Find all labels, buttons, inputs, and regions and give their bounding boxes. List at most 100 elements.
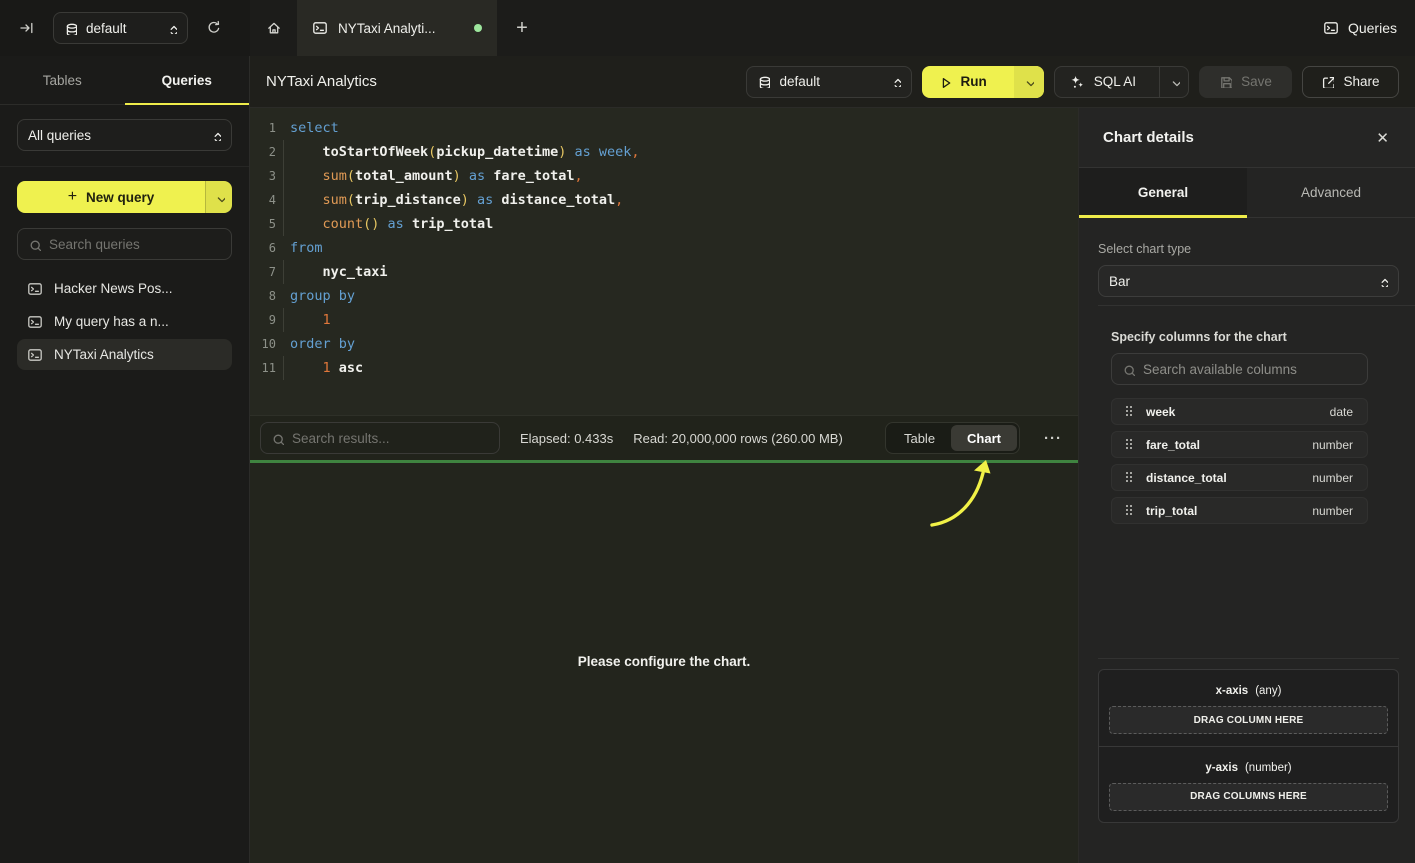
- search-queries-input[interactable]: [49, 237, 221, 252]
- terminal-icon: [27, 281, 43, 297]
- y-axis-dropzone[interactable]: DRAG COLUMNS HERE: [1109, 783, 1388, 811]
- panel-tab-general[interactable]: General: [1079, 168, 1247, 217]
- code-token: ,: [575, 168, 583, 184]
- editor-header: NYTaxi Analytics default Run: [250, 56, 1415, 108]
- run-button[interactable]: Run: [922, 66, 1043, 98]
- close-icon[interactable]: ✕: [1376, 129, 1389, 147]
- column-name: trip_total: [1146, 504, 1197, 518]
- chart-type-select[interactable]: Bar: [1098, 265, 1399, 297]
- run-dropdown-button[interactable]: [1014, 66, 1044, 98]
- panel-title: Chart details: [1103, 129, 1194, 146]
- sidebar-tab-queries[interactable]: Queries: [125, 56, 250, 104]
- tab-title: NYTaxi Analyti...: [338, 21, 464, 36]
- share-button[interactable]: Share: [1302, 66, 1399, 98]
- share-icon: [1321, 75, 1334, 88]
- line-number: 5: [250, 212, 276, 236]
- code-token: distance_total: [501, 192, 615, 208]
- chart-type-value: Bar: [1109, 274, 1368, 289]
- view-toggle: Table Chart: [885, 422, 1020, 454]
- column-row-trip-total[interactable]: trip_total number: [1111, 497, 1368, 524]
- chart-hint-arrow: [922, 455, 1012, 535]
- code-token: (): [363, 216, 379, 232]
- code-token: asc: [331, 360, 364, 376]
- queries-filter-select[interactable]: All queries: [17, 119, 232, 151]
- line-number: 8: [250, 284, 276, 308]
- new-query-button[interactable]: + New query: [17, 181, 232, 213]
- new-query-dropdown-button[interactable]: [205, 181, 232, 213]
- sql-ai-main[interactable]: SQL AI: [1055, 67, 1150, 97]
- new-tab-button[interactable]: +: [497, 0, 547, 56]
- search-results-input[interactable]: [292, 431, 489, 446]
- search-icon: [271, 432, 284, 445]
- code-token: pickup_datetime: [436, 144, 558, 160]
- terminal-icon: [312, 20, 328, 36]
- new-query-main[interactable]: + New query: [17, 181, 205, 213]
- results-toolbar: Elapsed: 0.433s Read: 20,000,000 rows (2…: [250, 415, 1078, 460]
- chevrons-updown-icon: [1377, 276, 1388, 287]
- save-button[interactable]: Save: [1199, 66, 1292, 98]
- code-token: fare_total: [493, 168, 574, 184]
- line-number: 11: [250, 356, 276, 380]
- terminal-icon: [27, 314, 43, 330]
- line-number: 6: [250, 236, 276, 260]
- chevron-down-icon: [214, 192, 225, 203]
- query-list-item[interactable]: My query has a n...: [17, 306, 232, 337]
- line-number: 7: [250, 260, 276, 284]
- columns-section: Specify columns for the chart week date: [1111, 330, 1368, 524]
- sql-ai-dropdown-button[interactable]: [1159, 67, 1188, 97]
- more-options-button[interactable]: ···: [1040, 430, 1066, 447]
- editor-database-value: default: [779, 74, 881, 89]
- code-token: (: [347, 168, 355, 184]
- code-line: 6 from: [250, 236, 1078, 260]
- y-axis-label: y-axis: [1205, 762, 1238, 774]
- collapse-sidebar-button[interactable]: [14, 15, 40, 41]
- code-line: 5 count() as trip_total: [250, 212, 1078, 236]
- search-columns-input[interactable]: [1143, 362, 1357, 377]
- chevrons-updown-icon: [890, 76, 901, 87]
- query-list-item[interactable]: Hacker News Pos...: [17, 273, 232, 304]
- drag-handle-icon: [1126, 472, 1133, 483]
- panel-tab-advanced[interactable]: Advanced: [1247, 168, 1415, 217]
- column-row-fare-total[interactable]: fare_total number: [1111, 431, 1368, 458]
- editor-database-selector[interactable]: default: [746, 66, 912, 98]
- chevrons-updown-icon: [166, 23, 177, 34]
- x-axis-dropzone[interactable]: DRAG COLUMN HERE: [1109, 706, 1388, 734]
- code-token: from: [290, 240, 323, 256]
- sidebar-tab-tables[interactable]: Tables: [0, 56, 125, 104]
- tab-nytaxi-analytics[interactable]: NYTaxi Analyti...: [297, 0, 497, 56]
- queries-panel-button[interactable]: Queries: [1323, 0, 1397, 56]
- code-token: ,: [615, 192, 623, 208]
- column-row-week[interactable]: week date: [1111, 398, 1368, 425]
- home-button[interactable]: [250, 0, 297, 56]
- code-token: as week: [566, 144, 631, 160]
- column-row-distance-total[interactable]: distance_total number: [1111, 464, 1368, 491]
- line-number: 3: [250, 164, 276, 188]
- code-token: as: [461, 168, 494, 184]
- query-list: Hacker News Pos... My query has a n... N…: [17, 273, 232, 370]
- column-name: week: [1146, 405, 1175, 419]
- run-main[interactable]: Run: [922, 66, 1004, 98]
- view-toggle-table[interactable]: Table: [888, 425, 951, 451]
- refresh-button[interactable]: [201, 15, 227, 41]
- query-name: NYTaxi Analytics: [54, 347, 154, 362]
- home-icon: [266, 20, 282, 36]
- drag-handle-icon: [1126, 505, 1133, 516]
- code-token: 1: [290, 312, 331, 328]
- code-token: ,: [631, 144, 639, 160]
- chevrons-updown-icon: [210, 130, 221, 141]
- code-token: sum: [290, 168, 347, 184]
- sql-editor[interactable]: 1select 2 toStartOfWeek(pickup_datetime)…: [250, 108, 1078, 415]
- query-list-item-selected[interactable]: NYTaxi Analytics: [17, 339, 232, 370]
- search-icon: [1122, 363, 1135, 376]
- code-token: trip_total: [412, 216, 493, 232]
- query-name: My query has a n...: [54, 314, 169, 329]
- topbar-database-selector[interactable]: default: [53, 12, 188, 44]
- panel-tabs: General Advanced: [1079, 168, 1415, 218]
- view-toggle-chart[interactable]: Chart: [951, 425, 1017, 451]
- code-token: as: [469, 192, 502, 208]
- panel-divider: [1098, 305, 1415, 306]
- drag-handle-icon: [1126, 439, 1133, 450]
- sparkle-icon: [1069, 74, 1085, 90]
- database-icon: [64, 22, 77, 35]
- sql-ai-button[interactable]: SQL AI: [1054, 66, 1189, 98]
